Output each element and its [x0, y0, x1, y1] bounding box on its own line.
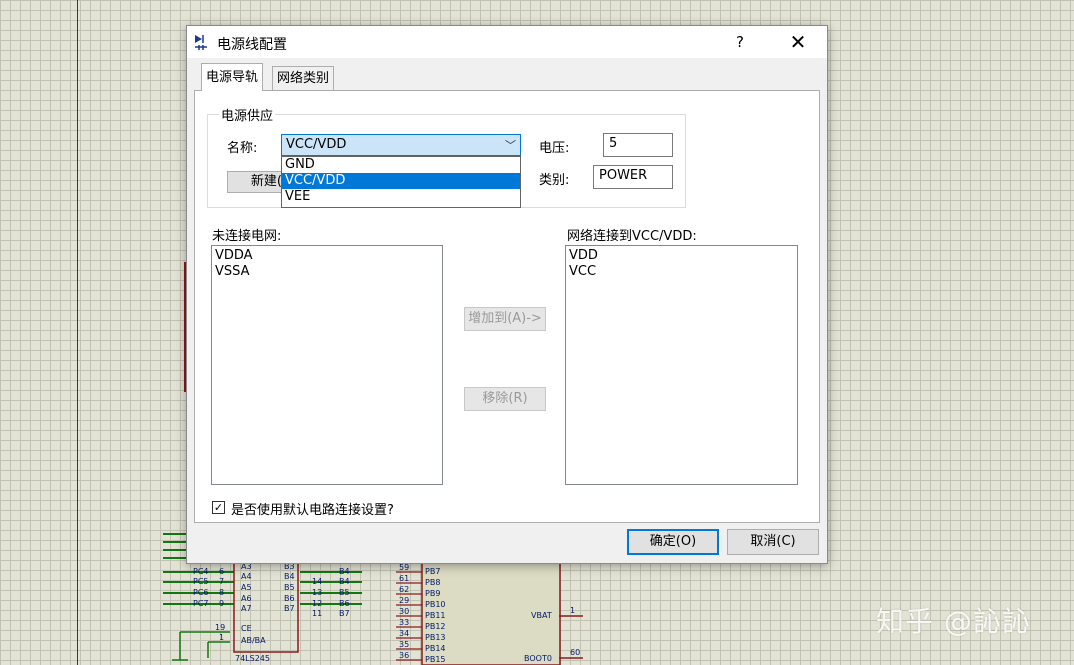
pin-number: 33 — [399, 618, 410, 627]
new-button[interactable]: 新建( — [227, 171, 287, 193]
unconnected-nets-list[interactable]: VDDA VSSA — [211, 245, 443, 485]
tab-net-class[interactable]: 网络类别 — [272, 66, 335, 91]
connected-nets-label: 网络连接到VCC/VDD: — [567, 229, 697, 244]
watermark: 知乎 @訫訫 — [876, 605, 1031, 638]
mcu-pin-label: PB15 — [425, 655, 446, 664]
connected-nets-list[interactable]: VDD VCC — [565, 245, 798, 485]
mcu-pin-label: PB7 — [425, 567, 441, 576]
list-item[interactable]: VDD — [566, 248, 797, 264]
chip-pin-label: B7 — [284, 604, 295, 613]
class-input[interactable]: POWER — [593, 165, 673, 189]
pin-number: 12 — [312, 599, 323, 608]
pin-number: 7 — [219, 577, 225, 586]
mcu-pin-label: PB14 — [425, 644, 446, 653]
net-label: PC5 — [193, 577, 209, 586]
class-label: 类别: — [539, 173, 570, 188]
pin-number: 1 — [219, 633, 225, 642]
pin-number: 1 — [570, 606, 576, 615]
list-item[interactable]: VCC — [566, 264, 797, 280]
dropdown-option-gnd[interactable]: GND — [282, 157, 520, 173]
pin-number: 8 — [219, 588, 225, 597]
pin-number: 34 — [399, 629, 410, 638]
chevron-down-icon[interactable]: ﹀ — [505, 137, 516, 153]
net-label: B6 — [339, 599, 350, 608]
close-icon[interactable]: ✕ — [783, 26, 813, 58]
chip-pin-label: A5 — [241, 583, 252, 592]
net-label: B4 — [339, 577, 350, 586]
pin-number: 19 — [215, 623, 226, 632]
net-label: PC4 — [193, 567, 209, 576]
pin-number: 29 — [399, 596, 410, 605]
pin-number: 11 — [312, 609, 323, 618]
mcu-pin-label: VBAT — [531, 611, 552, 620]
power-rail-app-icon — [195, 35, 207, 50]
supply-name-dropdown-list[interactable]: GND VCC/VDD VEE — [281, 156, 521, 208]
dropdown-option-vcc-vdd[interactable]: VCC/VDD — [282, 173, 520, 189]
mcu-pin-label: PB13 — [425, 633, 446, 642]
list-item[interactable]: VDDA — [212, 248, 442, 264]
mcu-pin-label: PB10 — [425, 600, 446, 609]
chip-name: 74LS245 — [235, 654, 270, 663]
pin-number: 62 — [399, 585, 410, 594]
pin-number: 6 — [219, 567, 225, 576]
net-label: B7 — [339, 609, 350, 618]
add-to-button[interactable]: 增加到(A)-> — [464, 307, 546, 331]
mcu-pin-label: PB12 — [425, 622, 446, 631]
pin-number: 61 — [399, 574, 410, 583]
list-item[interactable]: VSSA — [212, 264, 442, 280]
power-rail-config-dialog: 电源线配置 ? ✕ 电源导轨 网络类别 电源供应 名称: VCC/VDD ﹀ G… — [186, 25, 828, 564]
title-bar[interactable]: 电源线配置 ? ✕ — [187, 26, 827, 58]
mcu-pin-label: PB8 — [425, 578, 441, 587]
supply-name-combobox[interactable]: VCC/VDD ﹀ — [281, 134, 521, 156]
default-connection-label: 是否使用默认电路连接设置? — [231, 503, 394, 518]
mcu-pin-label: PB9 — [425, 589, 441, 598]
default-connection-checkbox[interactable]: ✓ — [212, 501, 225, 514]
pin-number: 30 — [399, 607, 410, 616]
pin-number: 36 — [399, 651, 410, 660]
mcu-pin-label: BOOT0 — [524, 654, 552, 663]
combobox-value: VCC/VDD — [286, 137, 347, 152]
pin-number: 60 — [570, 648, 581, 657]
net-label: B4 — [339, 567, 350, 576]
pin-number: 13 — [312, 588, 323, 597]
chip-pin-label: CE — [241, 624, 252, 633]
tab-power-rail[interactable]: 电源导轨 — [201, 63, 264, 91]
voltage-input[interactable]: 5 — [603, 133, 673, 157]
pin-number: 35 — [399, 640, 410, 649]
dialog-title: 电源线配置 — [217, 37, 287, 53]
net-label: PC7 — [193, 599, 209, 608]
voltage-label: 电压: — [539, 141, 570, 156]
chip-pin-label: AB/BA — [241, 636, 266, 645]
chip-pin-label: B5 — [284, 583, 295, 592]
chip-pin-label: B4 — [284, 572, 295, 581]
chip-pin-label: B6 — [284, 594, 295, 603]
cancel-button[interactable]: 取消(C) — [727, 529, 819, 555]
help-icon[interactable]: ? — [727, 26, 753, 58]
dropdown-option-vee[interactable]: VEE — [282, 189, 520, 205]
chip-pin-label: A4 — [241, 572, 252, 581]
unconnected-nets-label: 未连接电网: — [212, 229, 282, 244]
ok-button[interactable]: 确定(O) — [627, 529, 719, 555]
mcu-pin-label: PB11 — [425, 611, 446, 620]
pin-number: 14 — [312, 577, 323, 586]
power-supply-group-label: 电源供应 — [219, 105, 276, 124]
chip-pin-label: A6 — [241, 594, 252, 603]
net-label: PC6 — [193, 588, 209, 597]
net-label: B5 — [339, 588, 350, 597]
pin-number: 59 — [399, 563, 410, 572]
pin-number: 9 — [219, 599, 225, 608]
chip-pin-label: A7 — [241, 604, 252, 613]
remove-button[interactable]: 移除(R) — [464, 387, 546, 411]
name-label: 名称: — [227, 141, 258, 156]
